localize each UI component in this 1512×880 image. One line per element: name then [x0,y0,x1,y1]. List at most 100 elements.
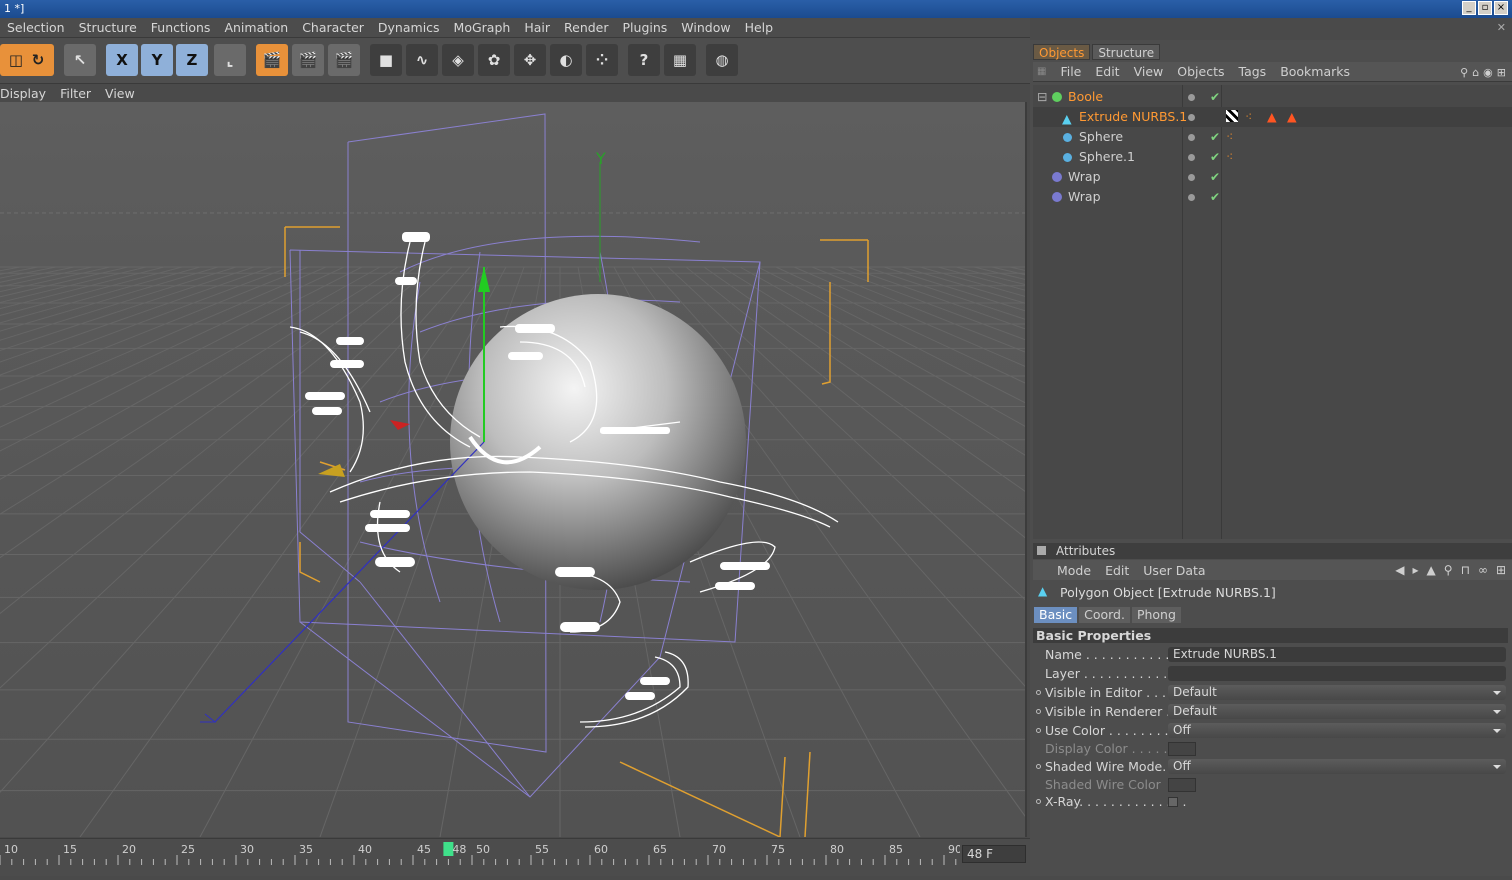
enabled-check-icon[interactable]: ✔ [1210,187,1220,207]
deformer-icon[interactable]: ✥ [514,44,546,76]
x-axis-icon[interactable]: X [106,44,138,76]
name-input[interactable]: Extrude NURBS.1 [1168,647,1506,662]
scene-object-icon[interactable]: ◐ [550,44,582,76]
maximize-button[interactable]: ▫ [1478,1,1492,15]
rotate-tool-icon[interactable]: ↻ [22,44,54,76]
display-color-swatch[interactable] [1168,742,1196,756]
render-settings-icon[interactable]: 🎬 [328,44,360,76]
phong-tag-icon[interactable]: ⁖ [1226,127,1233,147]
visibility-dot[interactable] [1188,154,1195,161]
object-row-sphere-1[interactable]: Sphere.1 ✔ ⁖ [1033,147,1512,167]
visibility-dot[interactable] [1188,134,1195,141]
coordinate-system-icon[interactable]: ⌞ [214,44,246,76]
menu-structure[interactable]: Structure [72,20,144,35]
globe-render-icon[interactable]: ◍ [706,44,738,76]
forward-arrow-icon[interactable]: ▸ [1413,563,1419,577]
home-icon[interactable]: ⌂ [1472,66,1479,79]
shaded-wire-mode-dropdown[interactable]: Off [1168,759,1506,774]
nurbs-icon[interactable]: ◈ [442,44,474,76]
visibility-dot[interactable] [1188,94,1195,101]
attr-menu-edit[interactable]: Edit [1105,563,1129,578]
attr-menu-mode[interactable]: Mode [1057,563,1091,578]
om-menu-edit[interactable]: Edit [1095,64,1119,79]
enabled-check-icon[interactable]: ✔ [1210,147,1220,167]
visibility-dot[interactable] [1188,174,1195,181]
viewport-menu-filter[interactable]: Filter [60,86,105,101]
om-menu-bookmarks[interactable]: Bookmarks [1280,64,1350,79]
menu-render[interactable]: Render [557,20,616,35]
menu-hair[interactable]: Hair [517,20,557,35]
visible-in-editor-dropdown[interactable]: Default [1168,685,1506,700]
shaded-wire-color-swatch[interactable] [1168,778,1196,792]
lock-icon[interactable]: ⊓ [1461,563,1470,577]
search-icon[interactable]: ⚲ [1444,563,1453,577]
warning-tag-icon[interactable]: ▲ [1267,107,1277,127]
object-row-sphere[interactable]: Sphere ✔ ⁖ [1033,127,1512,147]
animate-bullet-icon[interactable] [1036,799,1041,804]
visibility-dot[interactable] [1188,114,1195,121]
warning-tag-icon[interactable]: ▲ [1287,107,1297,127]
texture-tag-icon[interactable] [1226,110,1238,122]
menu-selection[interactable]: Selection [0,20,72,35]
animate-bullet-icon[interactable] [1036,690,1041,695]
om-menu-objects[interactable]: Objects [1177,64,1224,79]
minimize-button[interactable]: _ [1462,1,1476,15]
new-window-icon[interactable]: ⊞ [1497,66,1506,79]
tab-structure[interactable]: Structure [1092,44,1161,60]
object-row-extrude-nurbs[interactable]: ▲ Extrude NURBS.1 ⁖ ▲ ▲ [1033,107,1512,127]
object-row-wrap-2[interactable]: Wrap ✔ [1033,187,1512,207]
viewport-menu-view[interactable]: View [105,86,149,101]
attr-menu-user-data[interactable]: User Data [1143,563,1205,578]
close-button[interactable]: × [1494,1,1508,15]
timeline[interactable]: 10 15 20 25 30 35 40 45 50 55 60 65 70 75 80 85 90 48 [0,838,1030,876]
spline-pen-icon[interactable]: ∿ [406,44,438,76]
phong-tag-icon[interactable]: ⁖ [1245,107,1252,127]
z-axis-icon[interactable]: Z [176,44,208,76]
animate-bullet-icon[interactable] [1036,709,1041,714]
timeline-ruler[interactable]: 10 15 20 25 30 35 40 45 50 55 60 65 70 75 80 85 90 48 [0,839,992,877]
help-cursor-icon[interactable]: ? [628,44,660,76]
tab-coord[interactable]: Coord. [1079,607,1130,623]
eye-icon[interactable]: ◉ [1483,66,1493,79]
om-menu-file[interactable]: File [1060,64,1081,79]
select-arrow-icon[interactable]: ↖ [64,44,96,76]
menu-mograph[interactable]: MoGraph [447,20,518,35]
visible-in-renderer-dropdown[interactable]: Default [1168,704,1506,719]
enabled-check-icon[interactable]: ✔ [1210,167,1220,187]
object-row-wrap[interactable]: Wrap ✔ [1033,167,1512,187]
tab-phong[interactable]: Phong [1131,607,1181,623]
menu-functions[interactable]: Functions [144,20,218,35]
layer-field[interactable] [1168,666,1506,681]
layer-manager-icon[interactable]: ▦ [664,44,696,76]
menu-character[interactable]: Character [295,20,371,35]
enabled-check-icon[interactable]: ✔ [1210,87,1220,107]
object-row-boole[interactable]: ⊟ Boole ✔ [1033,87,1512,107]
menu-plugins[interactable]: Plugins [616,20,675,35]
current-frame-field[interactable]: 48 F [962,845,1026,863]
search-icon[interactable]: ⚲ [1460,66,1468,79]
enabled-check-icon[interactable]: ✔ [1210,127,1220,147]
use-color-dropdown[interactable]: Off [1168,723,1506,738]
back-arrow-icon[interactable]: ◀ [1395,563,1404,577]
menu-animation[interactable]: Animation [217,20,295,35]
animate-bullet-icon[interactable] [1036,764,1041,769]
viewport-menu-display[interactable]: Display [0,86,60,101]
om-menu-view[interactable]: View [1134,64,1164,79]
x-ray-checkbox[interactable] [1168,797,1178,807]
visibility-dot[interactable] [1188,194,1195,201]
animate-bullet-icon[interactable] [1036,728,1041,733]
menu-window[interactable]: Window [674,20,737,35]
new-window-icon[interactable]: ⊞ [1496,563,1506,577]
phong-tag-icon[interactable]: ⁖ [1226,147,1233,167]
3d-viewport[interactable]: Y [0,102,1027,837]
render-picture-viewer-icon[interactable]: 🎬 [292,44,324,76]
render-view-icon[interactable]: 🎬 [256,44,288,76]
y-axis-icon[interactable]: Y [141,44,173,76]
tab-objects[interactable]: Objects [1033,44,1091,60]
collapse-icon[interactable]: ⊟ [1037,87,1047,107]
array-icon[interactable]: ✿ [478,44,510,76]
close-panel-icon[interactable]: ✕ [1497,21,1506,34]
cube-icon[interactable]: ■ [370,44,402,76]
tab-basic[interactable]: Basic [1034,607,1078,623]
particles-icon[interactable]: ⁘ [586,44,618,76]
